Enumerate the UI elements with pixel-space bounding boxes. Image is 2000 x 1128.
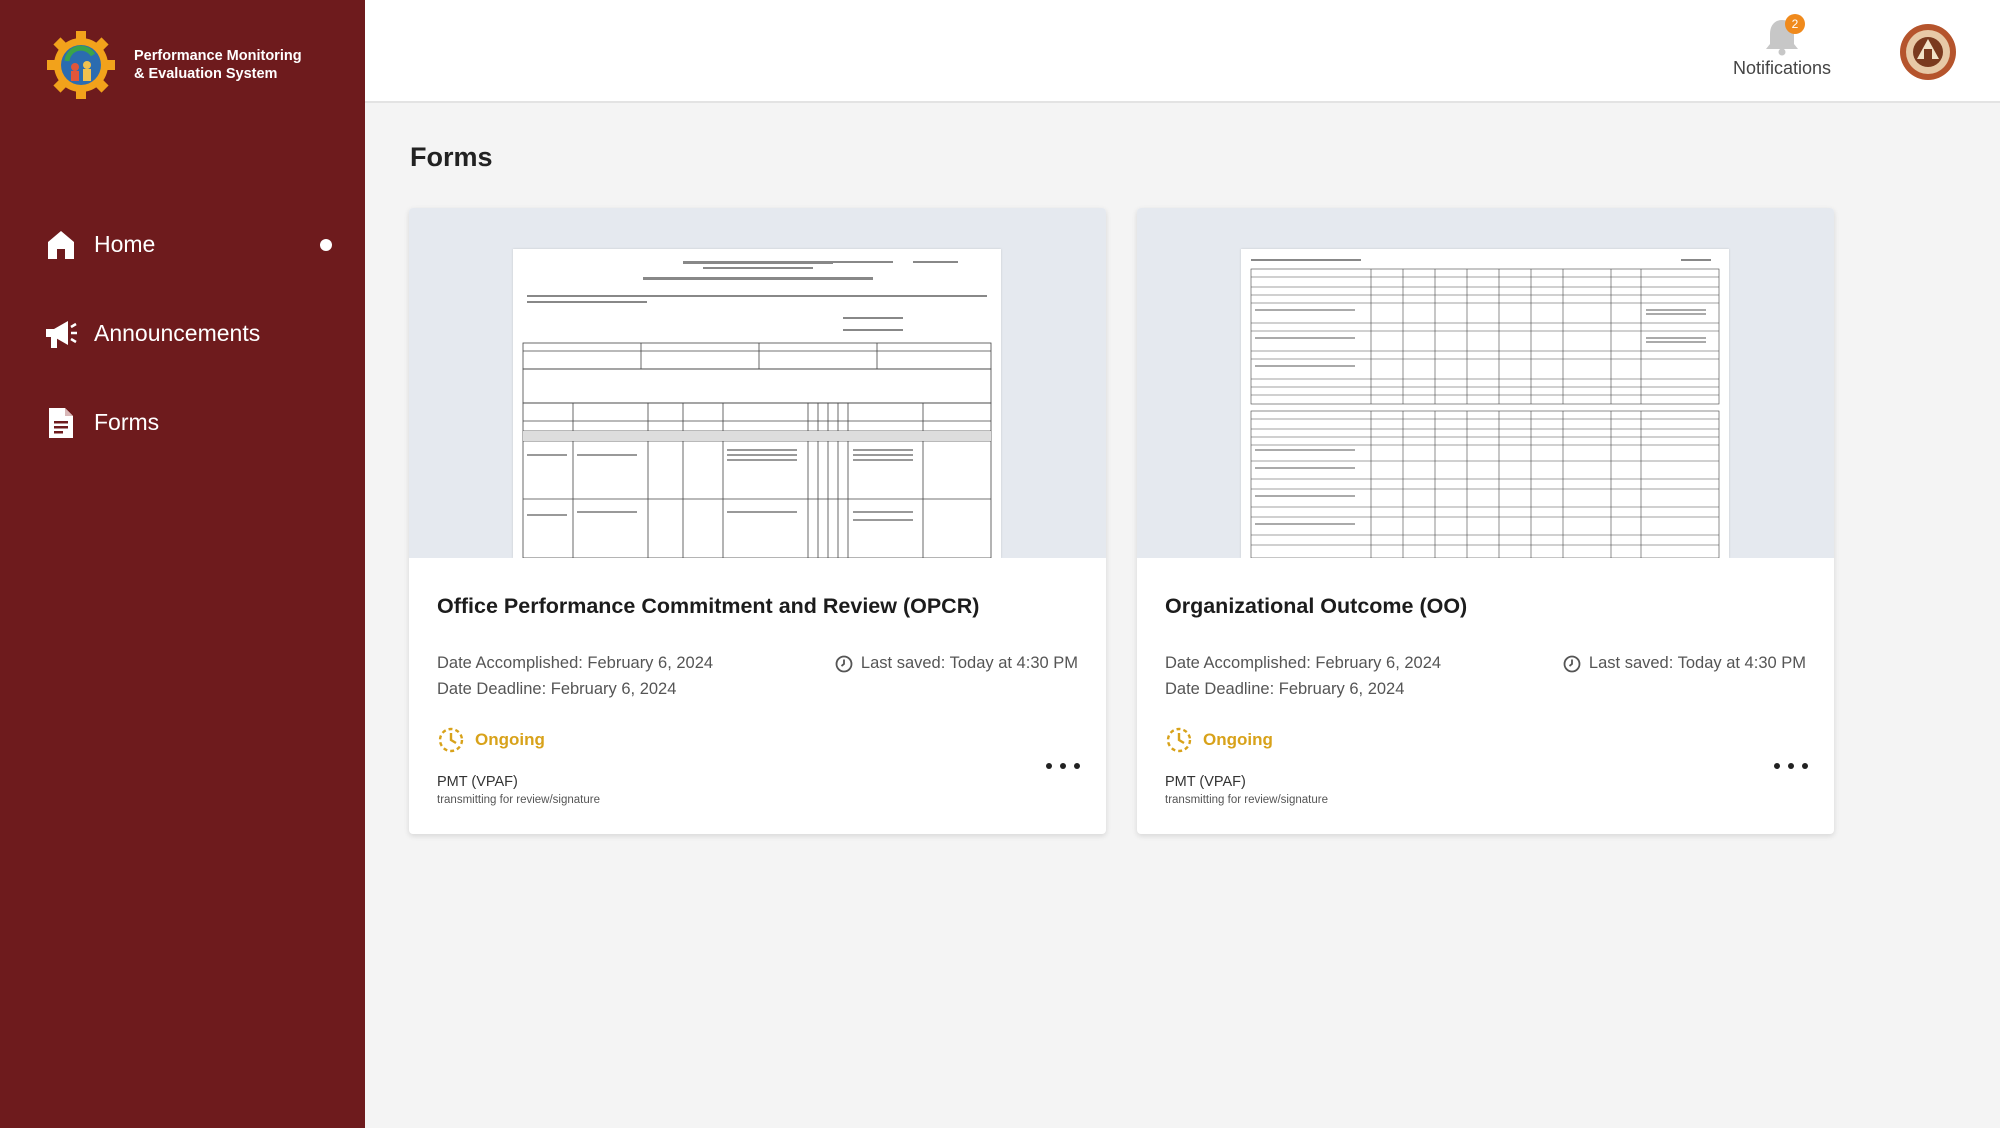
document-icon (44, 406, 78, 440)
avatar[interactable] (1899, 23, 1957, 81)
dot-icon (1074, 763, 1080, 769)
form-preview-thumbnail (513, 249, 1001, 558)
clock-icon (1563, 655, 1581, 672)
dot-icon (1046, 763, 1052, 769)
ongoing-clock-icon (438, 727, 464, 753)
last-saved: Last saved: Today at 4:30 PM (1563, 654, 1806, 673)
brand[interactable]: Performance Monitoring & Evaluation Syst… (46, 30, 302, 100)
date-deadline: Date Deadline: February 6, 2024 (437, 680, 677, 698)
home-icon (44, 228, 78, 262)
form-preview-area (1137, 208, 1834, 558)
card-title: Organizational Outcome (OO) (1165, 594, 1468, 618)
sidebar-item-label: Announcements (94, 320, 261, 346)
card-title: Office Performance Commitment and Review… (437, 594, 980, 618)
more-options-button[interactable] (1046, 754, 1080, 778)
sidebar: Performance Monitoring & Evaluation Syst… (0, 0, 365, 1128)
notification-count-badge: 2 (1785, 14, 1805, 34)
sidebar-item-home[interactable]: Home (0, 200, 365, 289)
form-preview-thumbnail (1241, 249, 1729, 558)
status-badge: Ongoing (1165, 726, 1273, 754)
notifications-button[interactable]: 2 Notifications (1707, 14, 1857, 79)
bell-icon: 2 (1763, 14, 1805, 56)
status-badge: Ongoing (437, 726, 545, 754)
assignee: PMT (VPAF) (1165, 774, 1246, 790)
page-title: Forms (410, 142, 493, 172)
top-bar: 2 Notifications (365, 0, 2000, 103)
sidebar-nav: Home Announcements Forms (0, 200, 365, 467)
card-body: Office Performance Commitment and Review… (409, 558, 1106, 834)
date-deadline: Date Deadline: February 6, 2024 (1165, 680, 1405, 698)
ongoing-clock-icon (1166, 727, 1192, 753)
clock-icon (835, 655, 853, 672)
card-body: Organizational Outcome (OO) Date Accompl… (1137, 558, 1834, 834)
assignee: PMT (VPAF) (437, 774, 518, 790)
sidebar-item-announcements[interactable]: Announcements (0, 289, 365, 378)
dot-icon (1060, 763, 1066, 769)
substatus: transmitting for review/signature (437, 794, 600, 806)
sidebar-item-label: Forms (94, 409, 160, 435)
more-options-button[interactable] (1774, 754, 1808, 778)
date-accomplished: Date Accomplished: February 6, 2024 (437, 654, 714, 672)
sidebar-item-label: Home (94, 231, 156, 257)
status-label: Ongoing (475, 730, 545, 749)
dot-icon (1774, 763, 1780, 769)
megaphone-icon (44, 317, 78, 351)
status-label: Ongoing (1203, 730, 1273, 749)
last-saved-text: Last saved: Today at 4:30 PM (1588, 654, 1806, 672)
last-saved-text: Last saved: Today at 4:30 PM (860, 654, 1078, 672)
date-accomplished: Date Accomplished: February 6, 2024 (1165, 654, 1442, 672)
form-card-oo[interactable]: Organizational Outcome (OO) Date Accompl… (1137, 208, 1834, 834)
form-card-opcr[interactable]: Office Performance Commitment and Review… (409, 208, 1106, 834)
form-preview-area (409, 208, 1106, 558)
last-saved: Last saved: Today at 4:30 PM (835, 654, 1078, 673)
app-title-line1: Performance Monitoring (134, 48, 302, 64)
substatus: transmitting for review/signature (1165, 794, 1328, 806)
active-indicator-dot (320, 239, 332, 251)
notifications-label: Notifications (1732, 58, 1832, 78)
sidebar-item-forms[interactable]: Forms (0, 378, 365, 467)
dot-icon (1802, 763, 1808, 769)
dot-icon (1788, 763, 1794, 769)
gear-logo-icon (47, 31, 115, 99)
app-title-line2: & Evaluation System (134, 66, 278, 82)
